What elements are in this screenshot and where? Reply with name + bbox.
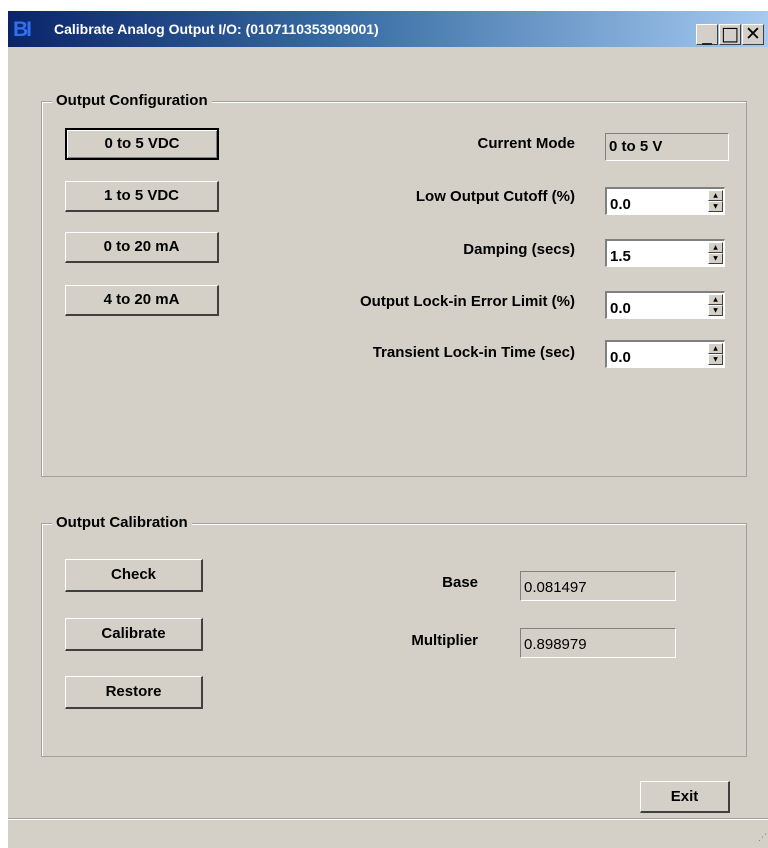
spin-up-icon[interactable]: ▲ bbox=[708, 343, 723, 354]
mode-0-20ma-button[interactable]: 0 to 20 mA bbox=[65, 232, 219, 263]
damping-label: Damping (secs) bbox=[463, 241, 575, 258]
low-output-cutoff-spinner[interactable]: 0.0 ▲ ▼ bbox=[605, 187, 725, 215]
damping-spinner[interactable]: 1.5 ▲ ▼ bbox=[605, 239, 725, 267]
calibrate-button[interactable]: Calibrate bbox=[65, 618, 203, 651]
exit-button[interactable]: Exit bbox=[640, 781, 730, 813]
multiplier-label: Multiplier bbox=[411, 632, 478, 649]
base-field: 0.081497 bbox=[520, 571, 676, 601]
check-button[interactable]: Check bbox=[65, 559, 203, 592]
resize-grip-icon[interactable]: ⋰ bbox=[758, 833, 767, 843]
output-configuration-title: Output Configuration bbox=[52, 92, 212, 109]
mode-0-5vdc-button[interactable]: 0 to 5 VDC bbox=[65, 128, 219, 160]
current-mode-field: 0 to 5 V bbox=[605, 133, 729, 161]
status-bar bbox=[8, 818, 768, 819]
lockin-error-limit-label: Output Lock-in Error Limit (%) bbox=[360, 293, 575, 310]
spin-down-icon[interactable]: ▼ bbox=[708, 253, 723, 264]
low-output-cutoff-label: Low Output Cutoff (%) bbox=[415, 188, 575, 205]
multiplier-field: 0.898979 bbox=[520, 628, 676, 658]
damping-value[interactable]: 1.5 bbox=[610, 248, 631, 265]
calibrate-window: BI Calibrate Analog Output I/O: (0107110… bbox=[8, 11, 768, 848]
spin-up-icon[interactable]: ▲ bbox=[708, 242, 723, 253]
app-logo-icon: BI bbox=[13, 18, 32, 41]
transient-lockin-time-value[interactable]: 0.0 bbox=[610, 349, 631, 366]
lockin-error-limit-value[interactable]: 0.0 bbox=[610, 300, 631, 317]
minimize-button[interactable]: _ bbox=[696, 24, 718, 45]
title-bar[interactable]: BI Calibrate Analog Output I/O: (0107110… bbox=[8, 11, 768, 47]
spin-down-icon[interactable]: ▼ bbox=[708, 354, 723, 365]
low-output-cutoff-value[interactable]: 0.0 bbox=[610, 196, 631, 213]
spin-up-icon[interactable]: ▲ bbox=[708, 190, 723, 201]
current-mode-label: Current Mode bbox=[477, 135, 576, 152]
spin-down-icon[interactable]: ▼ bbox=[708, 201, 723, 212]
close-button[interactable]: ✕ bbox=[742, 24, 764, 45]
window-title: Calibrate Analog Output I/O: (0107110353… bbox=[54, 21, 379, 37]
spin-up-icon[interactable]: ▲ bbox=[708, 294, 723, 305]
transient-lockin-time-spinner[interactable]: 0.0 ▲ ▼ bbox=[605, 340, 725, 368]
mode-1-5vdc-button[interactable]: 1 to 5 VDC bbox=[65, 181, 219, 212]
mode-4-20ma-button[interactable]: 4 to 20 mA bbox=[65, 285, 219, 316]
restore-button[interactable]: Restore bbox=[65, 676, 203, 709]
spin-down-icon[interactable]: ▼ bbox=[708, 305, 723, 316]
base-label: Base bbox=[442, 574, 478, 591]
transient-lockin-time-label: Transient Lock-in Time (sec) bbox=[372, 344, 575, 361]
maximize-button[interactable]: □ bbox=[719, 24, 741, 45]
output-calibration-title: Output Calibration bbox=[52, 514, 192, 531]
lockin-error-limit-spinner[interactable]: 0.0 ▲ ▼ bbox=[605, 291, 725, 319]
